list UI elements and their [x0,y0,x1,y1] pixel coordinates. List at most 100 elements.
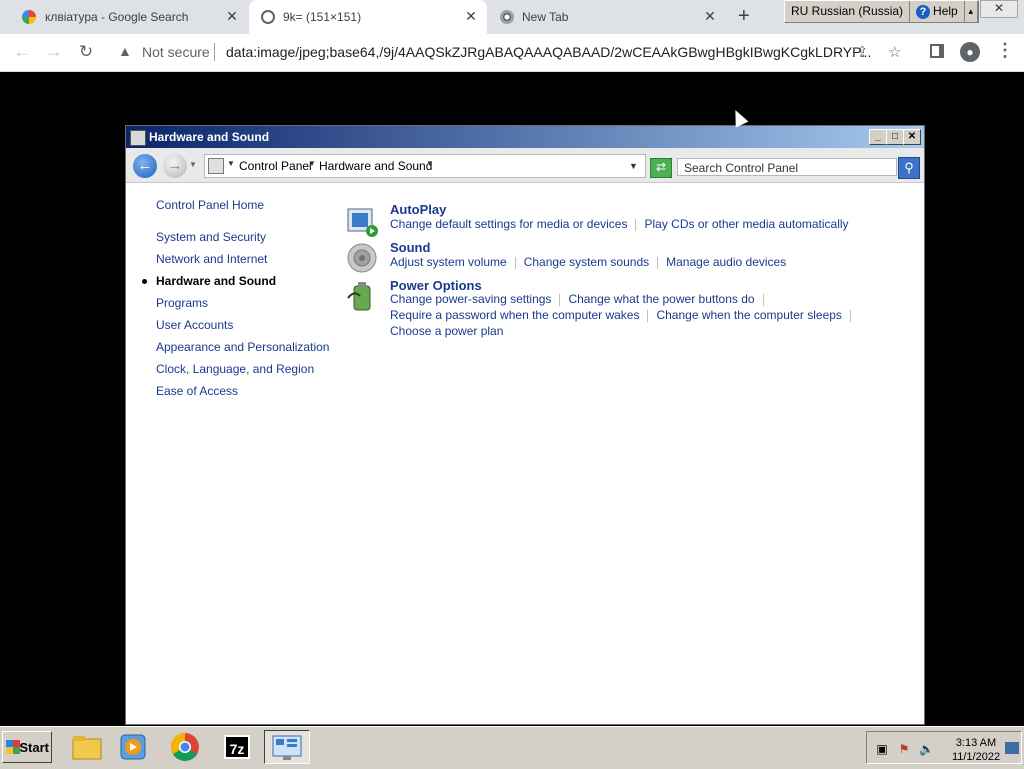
window-title: Hardware and Sound [149,130,270,144]
nav-appearance-and-personalization[interactable]: Appearance and Personalization [156,340,329,354]
autoplay-title[interactable]: AutoPlay [390,202,446,217]
window-titlebar[interactable]: Hardware and Sound _ □ ✕ [126,126,924,148]
chevron-down-icon[interactable]: ▼ [227,159,235,168]
minimize-button[interactable]: _ [869,129,887,145]
close-tab-icon[interactable]: ✕ [702,8,718,25]
recent-pages-chevron-icon[interactable]: ▼ [189,160,197,169]
nav-ease-of-access[interactable]: Ease of Access [156,384,238,398]
media-player-icon[interactable] [114,730,152,764]
power-links-row-1: Change power-saving settings Change what … [390,292,772,306]
side-panel-icon[interactable] [930,44,944,58]
breadcrumb-hardware-and-sound[interactable]: Hardware and Sound [319,159,432,173]
close-tab-icon[interactable]: ✕ [224,8,240,25]
tab-image[interactable]: 9k= (151×151) ✕ [249,0,487,34]
link-computer-sleeps[interactable]: Change when the computer sleeps [656,308,841,322]
system-tray: ▣ ⚑ 🔈 3:13 AM 11/1/2022 [866,731,1022,764]
profile-avatar-icon[interactable]: ● [960,42,980,62]
sound-title[interactable]: Sound [390,240,430,255]
breadcrumb[interactable]: ▼ Control Panel ▼ Hardware and Sound ▼ ▼ [204,154,646,178]
tab-new-tab[interactable]: New Tab ✕ [490,0,726,34]
breadcrumb-control-panel[interactable]: Control Panel [239,159,312,173]
browser-toolbar: ← → ↻ ▲ Not secure data:image/jpeg;base6… [0,34,1024,72]
help-label: Help [933,4,958,18]
close-button[interactable]: ✕ [903,129,921,145]
start-button[interactable]: Start [2,731,52,763]
link-adjust-volume[interactable]: Adjust system volume [390,255,507,269]
clock-date: 11/1/2022 [951,751,1001,763]
google-icon [22,10,36,24]
tab-label: клвіатура - Google Search [45,10,189,24]
nav-clock-language-region[interactable]: Clock, Language, and Region [156,362,314,376]
nav-network-and-internet[interactable]: Network and Internet [156,252,267,266]
volume-icon[interactable]: 🔈 [919,742,934,756]
link-change-system-sounds[interactable]: Change system sounds [524,255,649,269]
refresh-icon[interactable]: ⇄ [650,158,672,178]
show-desktop-icon[interactable] [1005,742,1019,754]
nav-hardware-and-sound: Hardware and Sound [156,274,277,288]
bookmark-star-icon[interactable]: ☆ [888,43,901,61]
link-change-power-saving[interactable]: Change power-saving settings [390,292,551,306]
forward-arrow-icon[interactable]: → [44,42,64,62]
nav-user-accounts[interactable]: User Accounts [156,318,233,332]
control-panel-icon [208,158,224,174]
link-require-password[interactable]: Require a password when the computer wak… [390,308,639,322]
chrome-icon [500,10,514,24]
start-label: Start [19,740,49,755]
autoplay-links: Change default settings for media or dev… [390,217,849,231]
tab-google-search[interactable]: клвіатура - Google Search ✕ [0,0,246,34]
language-bar-options-icon[interactable]: ▴ [965,1,978,22]
network-icon[interactable]: ▣ [875,742,889,756]
url-text[interactable]: data:image/jpeg;base64,/9j/4AAQSkZJRgABA… [226,44,871,60]
menu-dots-icon[interactable]: ⋮ [996,40,1014,61]
windows-logo-icon [6,740,20,754]
chevron-down-icon[interactable]: ▼ [426,159,434,168]
language-bar[interactable]: RU Russian (Russia) ? Help ▴ [784,0,979,23]
back-button[interactable]: ← [133,154,157,178]
maximize-button[interactable]: □ [886,129,904,145]
control-panel-icon[interactable] [264,730,310,764]
current-page-bullet [142,279,147,284]
action-center-icon[interactable]: ⚑ [897,742,911,756]
control-panel-icon [130,130,146,146]
link-manage-audio-devices[interactable]: Manage audio devices [666,255,786,269]
omnibox[interactable]: ▲ Not secure data:image/jpeg;base64,/9j/… [110,37,910,67]
control-panel-window: Hardware and Sound _ □ ✕ ← → ▼ ▼ Control… [125,125,925,725]
sound-links: Adjust system volume Change system sounds… [390,255,786,269]
7zip-icon[interactable]: 7z [218,730,256,764]
clock[interactable]: 3:13 AM 11/1/2022 [947,736,1005,764]
7zip-logo: 7z [224,735,250,759]
nav-system-and-security[interactable]: System and Security [156,230,266,244]
help-icon: ? [916,4,931,19]
file-explorer-icon[interactable] [68,730,106,764]
link-play-cds[interactable]: Play CDs or other media automatically [644,217,848,231]
autoplay-icon [347,208,378,237]
chevron-down-icon[interactable]: ▼ [308,159,316,168]
link-change-default-settings[interactable]: Change default settings for media or dev… [390,217,627,231]
omnibox-divider [214,43,215,61]
power-links-row-2: Require a password when the computer wak… [390,308,859,322]
share-icon[interactable]: ⇪ [856,43,869,61]
power-options-title[interactable]: Power Options [390,278,482,293]
speaker-icon [347,243,377,273]
nav-control-panel-home[interactable]: Control Panel Home [156,198,264,212]
forward-button[interactable]: → [163,154,187,178]
chrome-icon[interactable] [166,730,204,764]
security-status[interactable]: Not secure [142,44,210,60]
window-close-button[interactable]: ✕ [980,0,1018,18]
nav-programs[interactable]: Programs [156,296,208,310]
new-tab-button[interactable]: + [738,5,750,28]
link-choose-power-plan[interactable]: Choose a power plan [390,324,503,338]
globe-icon [261,10,275,24]
link-power-buttons[interactable]: Change what the power buttons do [568,292,754,306]
search-icon[interactable]: ⚲ [898,157,920,179]
close-tab-icon[interactable]: ✕ [463,8,479,25]
help-button[interactable]: ? Help [910,1,965,22]
back-arrow-icon[interactable]: ← [12,42,32,62]
language-indicator[interactable]: RU Russian (Russia) [785,1,911,22]
warning-icon[interactable]: ▲ [118,43,132,59]
power-links-row-3: Choose a power plan [390,324,503,338]
explorer-address-bar: ← → ▼ ▼ Control Panel ▼ Hardware and Sou… [126,148,924,183]
address-dropdown-icon[interactable]: ▼ [629,161,638,171]
search-input[interactable]: Search Control Panel [677,158,897,176]
reload-icon[interactable]: ↻ [76,42,96,62]
